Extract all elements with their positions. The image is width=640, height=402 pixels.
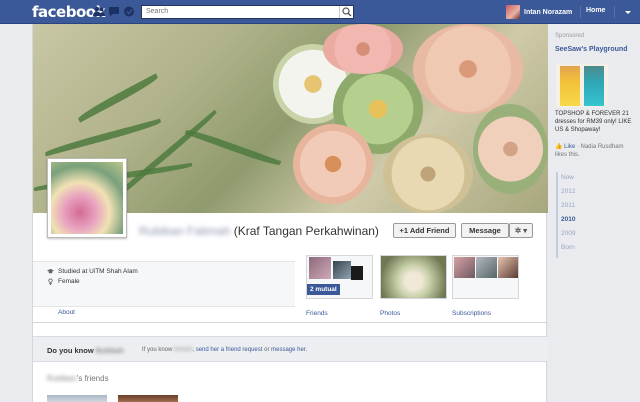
search-input[interactable]: Search	[141, 5, 354, 19]
friend-requests-icon[interactable]	[93, 6, 105, 17]
avatar	[506, 5, 520, 19]
timeline-main: Rubiban Fatimah (Kraf Tangan Perkahwinan…	[32, 24, 548, 402]
profile-picture[interactable]	[47, 158, 127, 238]
friend-thumbnail[interactable]	[118, 395, 178, 402]
tab-subscriptions-label[interactable]: Subscriptions	[452, 310, 491, 317]
do-you-know-title: Do you know Bubbah	[47, 346, 124, 355]
search-placeholder: Search	[146, 8, 169, 15]
ad-like-row: 👍 Like · Nadia Rusdham likes this.	[555, 143, 635, 159]
do-you-know-text: If you know hmmm, send her a friend requ…	[142, 347, 308, 353]
profile-image	[51, 162, 123, 234]
user-profile-link[interactable]: Intan Norazam	[506, 5, 572, 19]
year-2011[interactable]: 2011	[561, 202, 575, 209]
add-friend-label: +1 Add Friend	[399, 226, 450, 235]
message-her-link[interactable]: message her	[271, 347, 305, 353]
user-name: Intan Norazam	[524, 8, 573, 16]
divider	[580, 6, 581, 18]
mutual-friends-badge: 2 mutual	[307, 284, 340, 295]
year-2010[interactable]: 2010	[561, 216, 575, 223]
message-button[interactable]: Message	[461, 223, 509, 238]
like-link[interactable]: Like	[564, 144, 575, 150]
ad-image[interactable]	[556, 64, 608, 107]
gender-row: Female	[47, 278, 80, 285]
ad-text: TOPSHOP & FOREVER 21 dresses for RM39 on…	[555, 111, 632, 133]
messages-icon[interactable]	[108, 6, 120, 17]
education-row: Studied at UiTM Shah Alam	[47, 268, 138, 275]
thumbs-up-icon: 👍	[555, 144, 563, 150]
friends-section-title: Rubiban's friends	[47, 374, 109, 383]
gear-icon: ✲ ▾	[514, 226, 528, 235]
account-menu-icon[interactable]	[622, 6, 634, 18]
divider	[614, 6, 615, 18]
name-suffix: (Kraf Tangan Perkahwinan)	[230, 224, 379, 238]
year-2012[interactable]: 2012	[561, 188, 575, 195]
friend-thumbnail[interactable]	[47, 395, 107, 402]
search-icon	[342, 7, 352, 17]
notifications-icon[interactable]	[123, 6, 135, 17]
year-born[interactable]: Born	[561, 244, 575, 251]
tab-photos[interactable]	[380, 255, 447, 299]
do-you-know-box: Do you know Bubbah If you know hmmm, sen…	[33, 336, 548, 362]
about-link[interactable]: About	[58, 309, 75, 316]
profile-info-panel: Studied at UiTM Shah Alam Female	[33, 261, 295, 307]
tab-friends-label[interactable]: Friends	[306, 310, 328, 317]
year-now[interactable]: Now	[561, 174, 574, 181]
tab-subscriptions[interactable]	[452, 255, 519, 299]
tab-friends[interactable]: 2 mutual	[306, 255, 373, 299]
gender-text: Female	[58, 278, 80, 285]
education-text: Studied at UiTM Shah Alam	[58, 268, 138, 275]
message-label: Message	[469, 226, 501, 235]
ad-title[interactable]: SeeSaw's Playground	[555, 45, 635, 54]
education-icon	[47, 268, 54, 274]
divider	[33, 322, 548, 323]
profile-name: Rubiban Fatimah (Kraf Tangan Perkahwinan…	[139, 224, 419, 239]
top-bar: facebook Search Intan Norazam Home	[0, 0, 640, 24]
year-2009[interactable]: 2009	[561, 230, 575, 237]
gender-icon	[48, 278, 53, 285]
send-friend-request-link[interactable]: send her a friend request	[196, 347, 263, 353]
add-friend-button[interactable]: +1 Add Friend	[393, 223, 456, 238]
sponsored-label: Sponsored	[555, 33, 585, 39]
settings-dropdown-button[interactable]: ✲ ▾	[509, 223, 533, 238]
search-button[interactable]	[339, 6, 353, 18]
tab-photos-label[interactable]: Photos	[380, 310, 400, 317]
blurred-name: Rubiban Fatimah	[139, 224, 231, 238]
home-link[interactable]: Home	[586, 7, 605, 14]
